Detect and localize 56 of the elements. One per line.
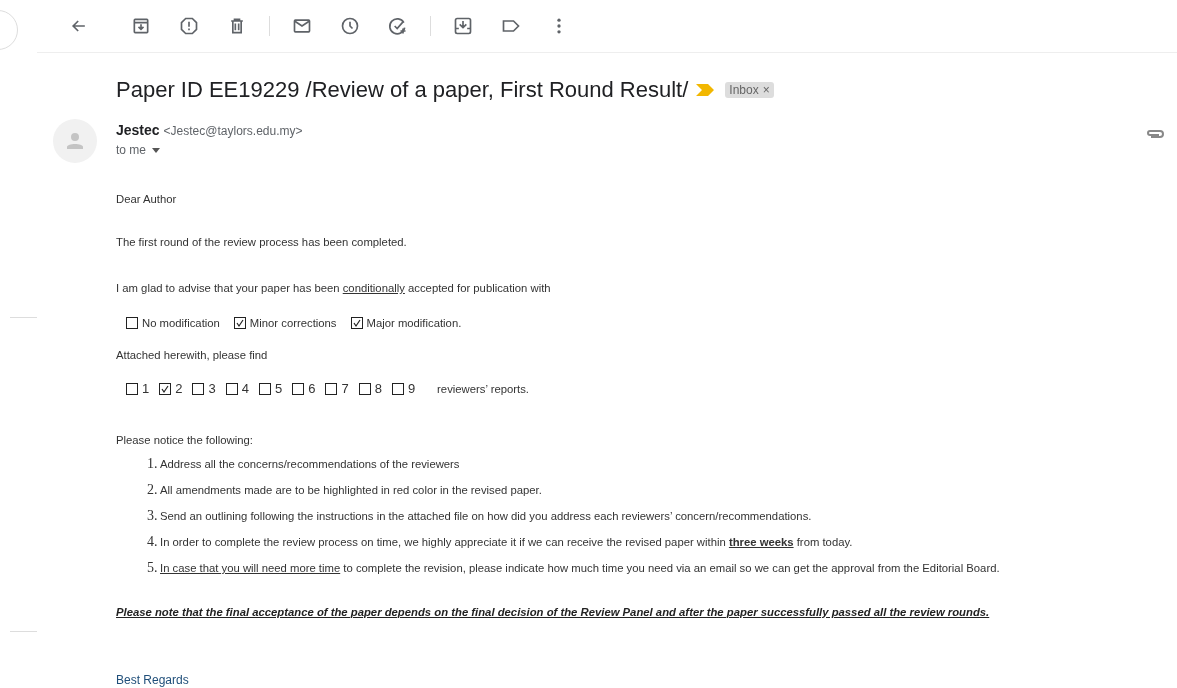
checkbox-label: 1 — [142, 381, 150, 396]
checkbox[interactable] — [358, 382, 371, 395]
mail-icon[interactable] — [292, 16, 312, 36]
checkbox-label: 4 — [241, 381, 249, 396]
body-text: I am glad to advise that your paper has been conditionally accepted for publication with — [116, 282, 552, 294]
checkbox[interactable] — [159, 382, 172, 395]
checkbox-label: Minor corrections — [249, 317, 337, 329]
checkbox[interactable] — [233, 317, 246, 329]
checkbox[interactable] — [258, 382, 271, 395]
checkbox[interactable] — [325, 382, 338, 395]
closing-text: Best Regards — [116, 673, 190, 687]
list-number: 4. — [147, 534, 159, 550]
sender-name: Jestec — [116, 122, 160, 138]
checkbox[interactable] — [292, 382, 305, 395]
list-item-text: In case that you will need more time to complete the revision, please indicate how much time you need via an email so we can get the approval from the Editorial Board. — [160, 562, 1000, 574]
checkbox-label: Major modification. — [366, 317, 462, 329]
caret-icon[interactable] — [152, 147, 160, 153]
checkbox-label: 7 — [341, 381, 349, 396]
checkbox-label: 9 — [407, 381, 416, 396]
body-text: Please notice the following: — [116, 434, 254, 446]
checkbox-label: 8 — [374, 381, 382, 396]
archive-icon[interactable] — [131, 16, 151, 36]
checkbox-label: 5 — [274, 381, 283, 396]
list-number: 5. — [147, 560, 159, 576]
checkbox-label: No modification — [142, 317, 220, 329]
body-text: The first round of the review process has been completed. — [116, 236, 408, 248]
checkbox-label: 6 — [308, 381, 316, 396]
checkbox[interactable] — [350, 317, 363, 329]
body-text: Dear Author — [116, 193, 178, 205]
spam-icon[interactable] — [179, 16, 199, 36]
checkbox-label: 3 — [208, 381, 216, 396]
body-text: Attached herewith, please find — [116, 349, 269, 361]
checkbox[interactable] — [126, 317, 138, 329]
clock-icon[interactable] — [340, 16, 360, 36]
move-to-icon[interactable] — [453, 16, 473, 36]
list-item-text: Send an outlining following the instructions in the attached file on how did you address each reviewers’ concern/recommendations. — [160, 510, 812, 522]
recipient-label[interactable]: to me — [116, 143, 146, 157]
list-item-text: Address all the concerns/recommendations of the reviewers — [160, 458, 460, 470]
body-text: reviewers’ reports. — [437, 382, 529, 395]
checkbox[interactable] — [126, 382, 138, 395]
sender-email: <Jestec@taylors.edu.my> — [163, 124, 303, 138]
label-chip: Inbox × — [725, 82, 774, 98]
checkbox[interactable] — [192, 382, 205, 395]
checkbox[interactable] — [225, 382, 238, 395]
list-item-text: All amendments made are to be highlighted in red color in the revised paper. — [160, 484, 542, 496]
list-number: 2. — [147, 482, 159, 498]
list-number: 1. — [147, 456, 159, 472]
add-task-icon[interactable] — [388, 16, 408, 36]
checkbox[interactable] — [391, 382, 404, 395]
email-subject: Paper ID EE19229 /Review of a paper, First Round Result/ — [116, 77, 689, 103]
avatar-icon — [53, 119, 97, 163]
list-item-text: In order to complete the review process on time, we highly appreciate it if we can receive the revised paper within three weeks from today. — [160, 536, 853, 548]
list-number: 3. — [147, 508, 159, 524]
checkbox-label: 2 — [175, 381, 183, 396]
note-text: Please note that the final acceptance of the paper depends on the final decision of the Review Panel and after the paper successfully passed all the review rounds. — [116, 606, 991, 618]
importance-marker-icon[interactable] — [696, 84, 715, 96]
